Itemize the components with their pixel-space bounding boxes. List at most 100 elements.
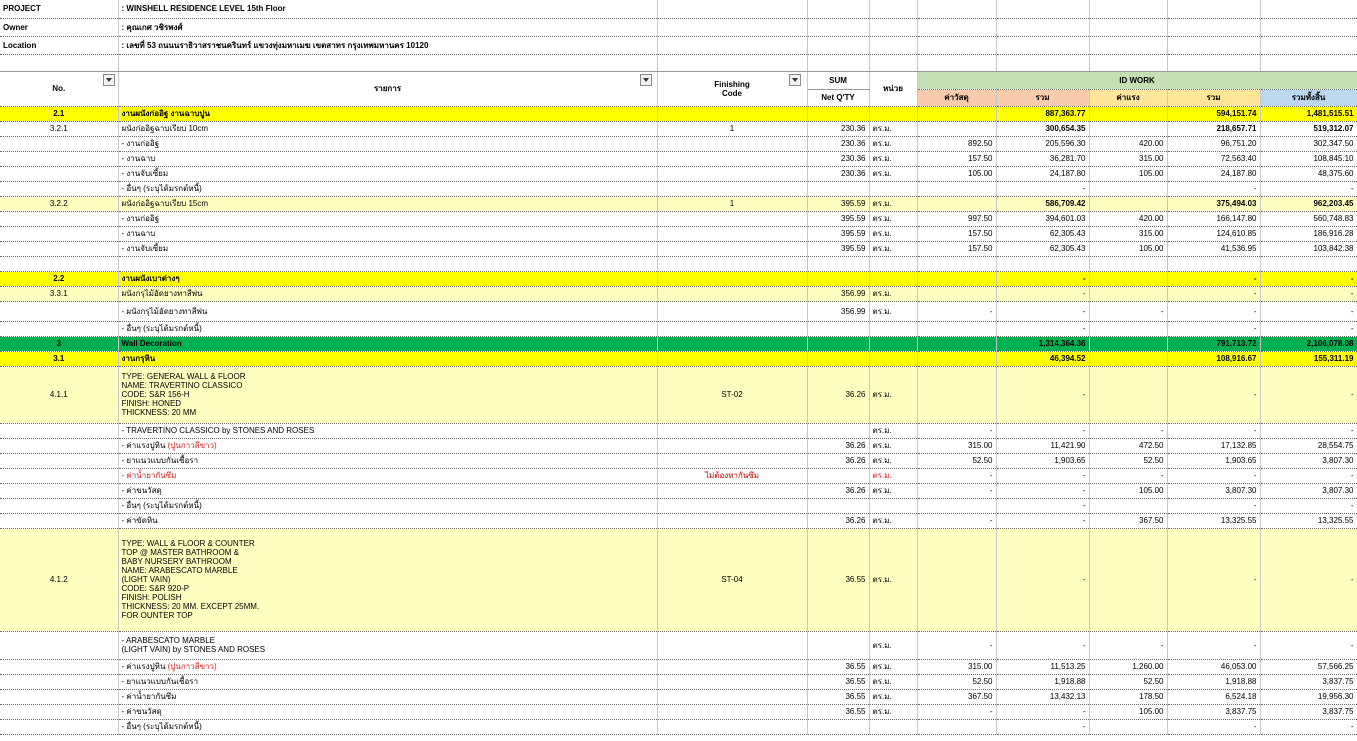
row-material[interactable]: - xyxy=(917,631,997,660)
header-sum[interactable]: SUM xyxy=(807,71,870,90)
row-finishing-code[interactable] xyxy=(657,674,808,690)
row-item[interactable]: - ค่าแรงปูหิน (ปูนกาวสีขาว) xyxy=(118,659,658,675)
row-total-labor[interactable]: 124,610.85 xyxy=(1167,226,1261,242)
row-material[interactable]: 997.50 xyxy=(917,211,997,227)
row-unit[interactable]: ตร.ม. xyxy=(869,674,918,690)
row-labor[interactable]: 472.50 xyxy=(1089,438,1168,454)
row-total-material[interactable]: 62,305.43 xyxy=(996,226,1090,242)
row-finishing-code[interactable]: ST-02 xyxy=(657,366,808,424)
project-value[interactable]: : WINSHELL RESIDENCE LEVEL 15th Floor xyxy=(118,0,658,19)
row-net-qty[interactable]: 36.55 xyxy=(807,689,870,705)
row-unit[interactable] xyxy=(869,271,918,287)
row-net-qty[interactable]: 395.59 xyxy=(807,241,870,257)
row-labor[interactable]: 105.00 xyxy=(1089,704,1168,720)
row-unit[interactable]: ตร.ม. xyxy=(869,286,918,302)
row-finishing-code[interactable] xyxy=(657,106,808,122)
row-no[interactable] xyxy=(0,468,119,484)
row-no[interactable] xyxy=(0,136,119,152)
row-net-qty[interactable]: 230.36 xyxy=(807,136,870,152)
row-no[interactable] xyxy=(0,498,119,514)
row-net-qty[interactable] xyxy=(807,321,870,337)
row-no[interactable]: 3 xyxy=(0,336,119,352)
row-labor[interactable] xyxy=(1089,271,1168,287)
row-finishing-code[interactable] xyxy=(657,271,808,287)
row-net-qty[interactable]: 395.59 xyxy=(807,226,870,242)
row-total-material[interactable]: - xyxy=(996,366,1090,424)
row-material[interactable] xyxy=(917,181,997,197)
row-total-material[interactable]: - xyxy=(996,181,1090,197)
row-item[interactable] xyxy=(118,256,658,272)
row-total-labor[interactable]: - xyxy=(1167,286,1261,302)
row-net-qty[interactable]: 36.26 xyxy=(807,453,870,469)
spreadsheet[interactable]: PROJECT : WINSHELL RESIDENCE LEVEL 15th … xyxy=(0,0,1357,741)
row-item[interactable]: - ค่าน้ำยากันซึม xyxy=(118,689,658,705)
row-total-labor[interactable]: - xyxy=(1167,366,1261,424)
row-net-qty[interactable] xyxy=(807,498,870,514)
row-item[interactable]: TYPE: GENERAL WALL & FLOOR NAME: TRAVERT… xyxy=(118,366,658,424)
row-total-material[interactable]: - xyxy=(996,631,1090,660)
row-net-qty[interactable] xyxy=(807,351,870,367)
row-item[interactable]: - งานจับเซี้ยม xyxy=(118,166,658,182)
row-unit[interactable] xyxy=(869,719,918,735)
row-labor[interactable]: 178.50 xyxy=(1089,689,1168,705)
row-no[interactable]: 2.1 xyxy=(0,106,119,122)
row-total-material[interactable]: 586,709.42 xyxy=(996,196,1090,212)
row-total-material[interactable]: - xyxy=(996,468,1090,484)
row-grand-total[interactable]: 302,347.50 xyxy=(1260,136,1357,152)
row-item[interactable]: - ยาแนวแบบกันเชื้อรา xyxy=(118,453,658,469)
filter-dropdown-no[interactable] xyxy=(103,74,115,86)
row-grand-total[interactable]: - xyxy=(1260,301,1357,322)
row-net-qty[interactable]: 230.36 xyxy=(807,151,870,167)
row-grand-total[interactable]: - xyxy=(1260,423,1357,439)
row-net-qty[interactable] xyxy=(807,468,870,484)
row-total-material[interactable] xyxy=(996,256,1090,272)
row-grand-total[interactable]: 108,845.10 xyxy=(1260,151,1357,167)
row-item[interactable]: งานกรุหิน xyxy=(118,351,658,367)
project-label[interactable]: PROJECT xyxy=(0,0,119,19)
row-grand-total[interactable]: 962,203.45 xyxy=(1260,196,1357,212)
row-material[interactable] xyxy=(917,719,997,735)
row-total-material[interactable]: 11,421.90 xyxy=(996,438,1090,454)
row-item[interactable]: - อื่นๆ (ระบุได้มรกต์หนี้) xyxy=(118,719,658,735)
row-net-qty[interactable] xyxy=(807,181,870,197)
row-item[interactable]: - ค่าขนวัสดุ xyxy=(118,704,658,720)
row-grand-total[interactable] xyxy=(1260,256,1357,272)
row-unit[interactable]: ตร.ม. xyxy=(869,151,918,167)
row-grand-total[interactable]: 28,554.75 xyxy=(1260,438,1357,454)
header-total-material[interactable]: รวม xyxy=(996,89,1090,107)
row-item[interactable]: Wall Decoration xyxy=(118,336,658,352)
row-material[interactable] xyxy=(917,271,997,287)
row-no[interactable] xyxy=(0,453,119,469)
row-total-labor[interactable]: 96,751.20 xyxy=(1167,136,1261,152)
row-material[interactable] xyxy=(917,351,997,367)
row-item[interactable]: ผนังก่ออิฐฉาบเรียบ 15cm xyxy=(118,196,658,212)
row-no[interactable] xyxy=(0,181,119,197)
row-unit[interactable]: ตร.ม. xyxy=(869,366,918,424)
row-item[interactable]: - งานก่ออิฐ xyxy=(118,136,658,152)
row-labor[interactable]: 52.50 xyxy=(1089,453,1168,469)
row-material[interactable] xyxy=(917,196,997,212)
row-finishing-code[interactable] xyxy=(657,453,808,469)
row-unit[interactable] xyxy=(869,336,918,352)
row-no[interactable] xyxy=(0,513,119,529)
row-total-labor[interactable]: - xyxy=(1167,528,1261,632)
row-material[interactable]: 892.50 xyxy=(917,136,997,152)
location-value[interactable]: : เลขที่ 53 ถนนนราธิวาสราชนครินทร์ แขวงท… xyxy=(118,36,658,55)
row-material[interactable] xyxy=(917,498,997,514)
row-item[interactable]: - ผนังกรุไม้อัดยางทาสีพ่น xyxy=(118,301,658,322)
row-finishing-code[interactable] xyxy=(657,336,808,352)
row-finishing-code[interactable] xyxy=(657,351,808,367)
row-total-material[interactable]: 300,654.35 xyxy=(996,121,1090,137)
filter-dropdown-item[interactable] xyxy=(640,74,652,86)
header-id-work[interactable]: ID WORK xyxy=(917,71,1357,90)
row-total-material[interactable]: 1,918.88 xyxy=(996,674,1090,690)
row-no[interactable]: 3.1 xyxy=(0,351,119,367)
row-finishing-code[interactable] xyxy=(657,423,808,439)
row-total-material[interactable]: - xyxy=(996,423,1090,439)
owner-label[interactable]: Owner xyxy=(0,18,119,37)
row-unit[interactable]: ตร.ม. xyxy=(869,121,918,137)
row-total-labor[interactable]: 218,657.71 xyxy=(1167,121,1261,137)
row-total-material[interactable]: 13,432.13 xyxy=(996,689,1090,705)
row-finishing-code[interactable] xyxy=(657,659,808,675)
row-labor[interactable]: - xyxy=(1089,468,1168,484)
